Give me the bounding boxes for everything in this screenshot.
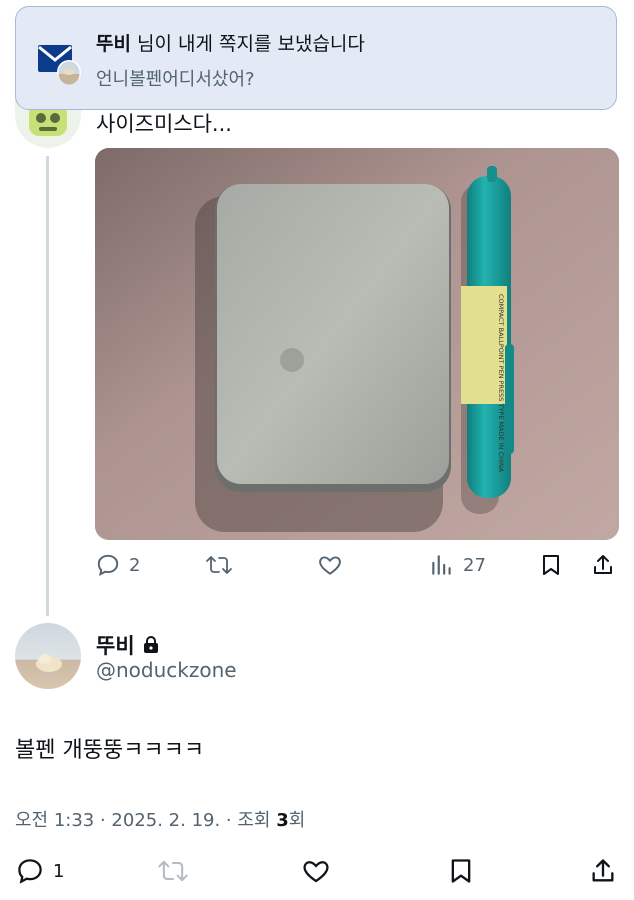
profile-avatar[interactable] [15, 623, 81, 689]
like-button[interactable] [301, 856, 331, 886]
view-count-suffix: 회 [288, 810, 306, 831]
notification-message: 님이 내게 쪽지를 보냈습니다 [130, 33, 365, 55]
reply-count: 2 [129, 554, 141, 576]
user-handle[interactable]: @noduckzone [96, 658, 237, 682]
bookmark-button[interactable] [447, 856, 475, 886]
heart-icon [303, 861, 329, 883]
views-count: 27 [463, 554, 486, 576]
bookmark-button[interactable] [539, 552, 563, 578]
share-icon [594, 555, 612, 574]
reply-icon [97, 554, 119, 577]
share-icon [592, 859, 614, 882]
bookmark-icon [451, 859, 471, 883]
thread-tweet-actions: 2 27 [95, 552, 619, 584]
retweet-icon [158, 860, 188, 882]
retweet-button[interactable] [157, 856, 189, 886]
lock-icon [143, 636, 158, 653]
pen-label-text: COMPACT BALLPOINT PEN PRESS TYPE MADE IN… [497, 294, 505, 473]
share-button[interactable] [591, 552, 615, 578]
tweet-photo[interactable]: COMPACT BALLPOINT PEN PRESS TYPE MADE IN… [95, 148, 619, 540]
retweet-icon [206, 556, 232, 574]
notification-sender: 뚜비 [96, 33, 131, 55]
views-icon [432, 555, 451, 575]
reply-icon [18, 859, 42, 884]
notification-title: 뚜비 님이 내게 쪽지를 보냈습니다 [96, 29, 365, 56]
reply-button[interactable]: 1 [15, 856, 64, 886]
main-tweet-text: 볼펜 개뚱뚱ㅋㅋㅋㅋ [15, 738, 205, 763]
share-button[interactable] [589, 856, 617, 886]
like-button[interactable] [317, 552, 343, 578]
tweet-timestamp: 오전 1:33 · 2025. 2. 19. · 조회 [15, 810, 277, 831]
reply-button[interactable]: 2 [95, 552, 140, 578]
thread-connector-line [46, 156, 49, 616]
display-name[interactable]: 뚜비 [96, 630, 159, 660]
view-count: 3 [276, 810, 289, 831]
reply-count: 1 [53, 860, 65, 882]
envelope-icon [38, 41, 84, 87]
main-tweet-actions: 1 [15, 856, 619, 888]
views-button[interactable]: 27 [429, 552, 486, 578]
tweet-meta: 오전 1:33 · 2025. 2. 19. · 조회 3회 [15, 806, 305, 832]
thread-tweet-text: 사이즈미스다... [96, 112, 232, 136]
dm-notification-banner[interactable]: 뚜비 님이 내게 쪽지를 보냈습니다 언니볼펜어디서샀어? [15, 6, 617, 110]
retweet-button[interactable] [205, 552, 233, 578]
notification-preview: 언니볼펜어디서샀어? [96, 69, 255, 90]
display-name-text: 뚜비 [96, 634, 135, 658]
heart-icon [319, 556, 341, 575]
bookmark-icon [543, 555, 559, 575]
